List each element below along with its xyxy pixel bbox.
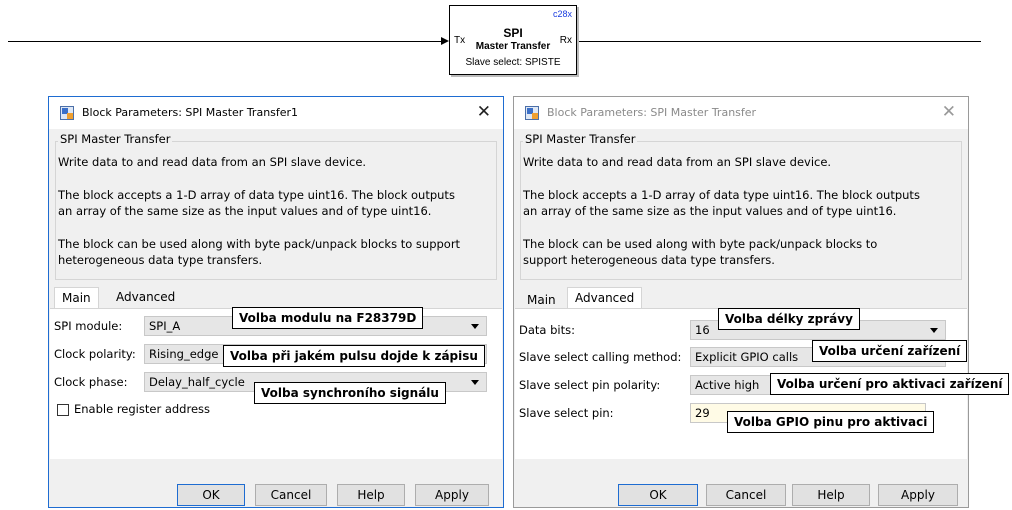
description-line: The block can be used along with byte pa… (523, 237, 878, 251)
calling-method-value: Explicit GPIO calls (695, 350, 799, 364)
clock-polarity-label: Clock polarity: (54, 347, 136, 361)
block-name: SPI (503, 26, 523, 40)
input-arrow-icon (441, 37, 449, 45)
dialog-title: Block Parameters: SPI Master Transfer (547, 106, 757, 119)
tab-main[interactable]: Main (54, 287, 99, 309)
help-button[interactable]: Help (337, 484, 405, 506)
block-parameters-dialog-main: Block Parameters: SPI Master Transfer1 ✕… (48, 96, 504, 508)
description-line: Write data to and read data from an SPI … (523, 155, 832, 169)
tab-advanced[interactable]: Advanced (567, 287, 643, 309)
help-button[interactable]: Help (792, 484, 870, 506)
dialog-titlebar[interactable]: Block Parameters: SPI Master Transfer ✕ (514, 97, 968, 129)
chevron-down-icon (471, 380, 479, 385)
description-line: heterogeneous data type transfers. (58, 253, 263, 267)
close-icon[interactable]: ✕ (477, 102, 491, 122)
description-line: The block can be used along with byte pa… (58, 237, 461, 251)
dialog-titlebar[interactable]: Block Parameters: SPI Master Transfer1 ✕ (49, 97, 503, 129)
ok-button[interactable]: OK (618, 484, 698, 506)
pin-polarity-value: Active high (695, 378, 760, 392)
ok-button[interactable]: OK (177, 484, 245, 506)
description-line: an array of the same size as the input v… (58, 204, 432, 218)
tab-advanced[interactable]: Advanced (109, 287, 182, 308)
output-signal-line[interactable] (577, 41, 981, 42)
block-parameters-dialog-advanced: Block Parameters: SPI Master Transfer ✕ … (513, 96, 969, 508)
description-line: an array of the same size as the input v… (523, 204, 897, 218)
callout-calling-method: Volba určení zařízení (812, 340, 968, 362)
group-title: SPI Master Transfer (523, 132, 638, 146)
data-bits-value: 16 (695, 323, 710, 337)
description-line: support heterogeneous data type transfer… (523, 253, 775, 267)
block-parameters-icon (525, 106, 539, 120)
pin-polarity-label: Slave select pin polarity: (519, 378, 661, 392)
data-bits-label: Data bits: (519, 323, 575, 337)
spi-module-label: SPI module: (54, 319, 123, 333)
clock-phase-label: Clock phase: (54, 375, 128, 389)
block-parameters-icon (60, 106, 74, 120)
callout-pin-polarity: Volba určení pro aktivaci zařízení (770, 373, 1010, 395)
apply-button[interactable]: Apply (415, 484, 489, 506)
calling-method-label: Slave select calling method: (519, 350, 682, 364)
clock-polarity-value: Rising_edge (149, 347, 219, 361)
block-subtitle: Master Transfer (475, 41, 551, 52)
chevron-down-icon (930, 328, 938, 333)
cancel-button[interactable]: Cancel (255, 484, 327, 506)
dialog-title: Block Parameters: SPI Master Transfer1 (82, 106, 299, 119)
spi-master-transfer-block[interactable]: c28x Tx Rx SPI Master Transfer Slave sel… (449, 5, 577, 75)
slave-select-pin-label: Slave select pin: (519, 406, 614, 420)
callout-data-bits: Volba délky zprávy (718, 308, 860, 330)
clock-phase-value: Delay_half_cycle (149, 375, 245, 389)
cancel-button[interactable]: Cancel (706, 484, 786, 506)
callout-clock-polarity: Volba při jakém pulsu dojde k zápisu (223, 345, 485, 367)
block-slave-select: Slave select: SPISTE (465, 57, 561, 68)
enable-register-address-checkbox[interactable] (57, 404, 69, 416)
callout-pin: Volba GPIO pinu pro aktivaci (727, 411, 935, 433)
group-title: SPI Master Transfer (58, 132, 173, 146)
apply-button[interactable]: Apply (878, 484, 958, 506)
input-signal-line[interactable] (8, 41, 441, 42)
description-line: The block accepts a 1-D array of data ty… (58, 188, 455, 202)
enable-register-address-label: Enable register address (74, 402, 211, 416)
chevron-down-icon (471, 324, 479, 329)
spi-module-value: SPI_A (149, 319, 181, 333)
description-line: The block accepts a 1-D array of data ty… (523, 188, 920, 202)
description-line: Write data to and read data from an SPI … (58, 155, 367, 169)
callout-clock-phase: Volba synchroního signálu (254, 382, 446, 404)
close-icon[interactable]: ✕ (942, 102, 956, 122)
block-target-label: c28x (552, 9, 572, 19)
callout-spi-module: Volba modulu na F28379D (232, 307, 424, 329)
